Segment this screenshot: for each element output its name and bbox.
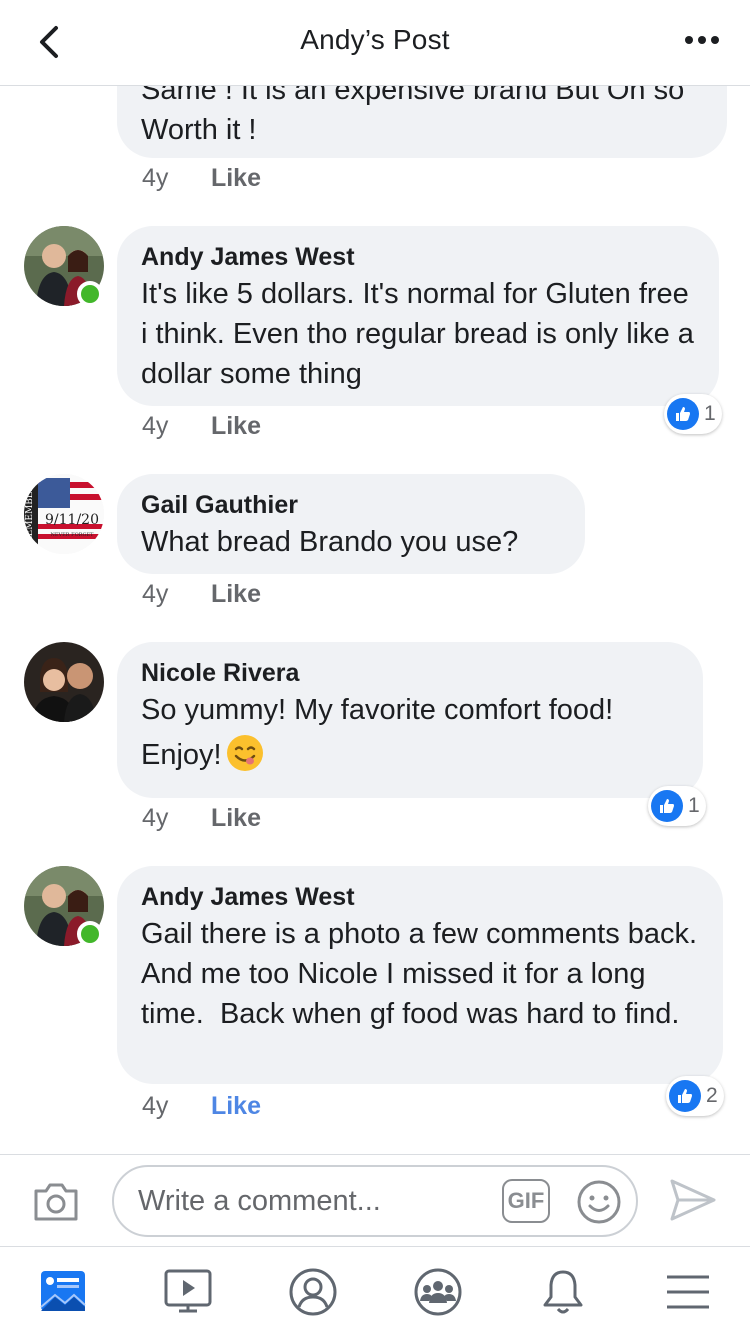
- avatar[interactable]: [24, 642, 104, 722]
- avatar-side-text: REMEMBER: [25, 485, 35, 544]
- avatar[interactable]: REMEMBER 9/11/20 NEVER FORGET: [24, 474, 104, 554]
- comment-list: Same ! It is an expensive brand But Oh s…: [0, 86, 750, 1154]
- reaction-count: 1: [688, 794, 700, 817]
- comment-bubble[interactable]: Andy James West It's like 5 dollars. It'…: [117, 226, 719, 406]
- comment-time: 4y: [142, 1092, 169, 1120]
- post-header: Andy’s Post: [0, 0, 750, 86]
- avatar-sub-text: NEVER FORGET: [51, 532, 95, 538]
- comment-composer: Write a comment... GIF: [0, 1154, 750, 1246]
- comment-text-line2: Enjoy!: [141, 734, 679, 775]
- comment-meta: 4y Like: [142, 164, 261, 193]
- comment-time: 4y: [142, 580, 169, 608]
- comment-text: What bread Brando you use?: [141, 526, 519, 558]
- comment-text: Same ! It is an expensive brand But Oh s…: [141, 86, 693, 146]
- savoring-food-emoji-icon: [226, 735, 263, 771]
- comment-meta: 4y Like: [142, 1092, 261, 1121]
- comment-bubble[interactable]: Gail Gauthier What bread Brando you use?: [117, 474, 585, 574]
- bottom-tab-bar: [0, 1246, 750, 1334]
- groups-icon[interactable]: [413, 1267, 463, 1317]
- news-feed-icon[interactable]: [38, 1267, 88, 1317]
- avatar-date-text: 9/11/20: [45, 512, 99, 528]
- profile-icon[interactable]: [288, 1267, 338, 1317]
- thumbs-up-icon: [669, 1080, 701, 1112]
- comment-author[interactable]: Andy James West: [141, 240, 695, 274]
- camera-icon[interactable]: [32, 1179, 80, 1223]
- like-button[interactable]: Like: [211, 164, 261, 192]
- comment-input-placeholder: Write a comment...: [138, 1185, 381, 1217]
- reaction-count: 2: [706, 1084, 718, 1107]
- like-button[interactable]: Like: [211, 804, 261, 832]
- gif-button[interactable]: GIF: [502, 1179, 550, 1223]
- more-options-icon[interactable]: [684, 30, 720, 50]
- page-title: Andy’s Post: [300, 24, 450, 55]
- comment-meta: 4y Like: [142, 412, 261, 441]
- send-icon[interactable]: [668, 1177, 718, 1223]
- comment-text: So yummy! My favorite comfort food!: [141, 694, 614, 726]
- comment-bubble[interactable]: Same ! It is an expensive brand But Oh s…: [117, 86, 727, 158]
- like-button[interactable]: Like: [211, 580, 261, 608]
- notifications-icon[interactable]: [538, 1267, 588, 1317]
- comment-meta: 4y Like: [142, 580, 261, 609]
- comment-text: Gail there is a photo a few comments bac…: [141, 918, 704, 1030]
- online-status-dot: [77, 921, 103, 947]
- comment-author[interactable]: Nicole Rivera: [141, 656, 679, 690]
- online-status-dot: [77, 281, 103, 307]
- reaction-badge[interactable]: 1: [648, 786, 706, 826]
- menu-icon[interactable]: [663, 1267, 713, 1317]
- comment-bubble[interactable]: Andy James West Gail there is a photo a …: [117, 866, 723, 1084]
- comment-time: 4y: [142, 412, 169, 440]
- comment-input[interactable]: Write a comment... GIF: [112, 1165, 638, 1237]
- reaction-count: 1: [704, 402, 716, 425]
- watch-icon[interactable]: [163, 1267, 213, 1317]
- sticker-smile-icon[interactable]: [576, 1179, 622, 1225]
- comment-author[interactable]: Gail Gauthier: [141, 488, 561, 522]
- like-button[interactable]: Like: [211, 1092, 261, 1120]
- comment-bubble[interactable]: Nicole Rivera So yummy! My favorite comf…: [117, 642, 703, 798]
- like-button[interactable]: Like: [211, 412, 261, 440]
- comment-meta: 4y Like: [142, 804, 261, 833]
- comment-author[interactable]: Andy James West: [141, 880, 699, 914]
- reaction-badge[interactable]: 1: [664, 394, 722, 434]
- comment-text: It's like 5 dollars. It's normal for Glu…: [141, 278, 702, 390]
- thumbs-up-icon: [667, 398, 699, 430]
- comment-time: 4y: [142, 164, 169, 192]
- comment-time: 4y: [142, 804, 169, 832]
- reaction-badge[interactable]: 2: [666, 1076, 724, 1116]
- thumbs-up-icon: [651, 790, 683, 822]
